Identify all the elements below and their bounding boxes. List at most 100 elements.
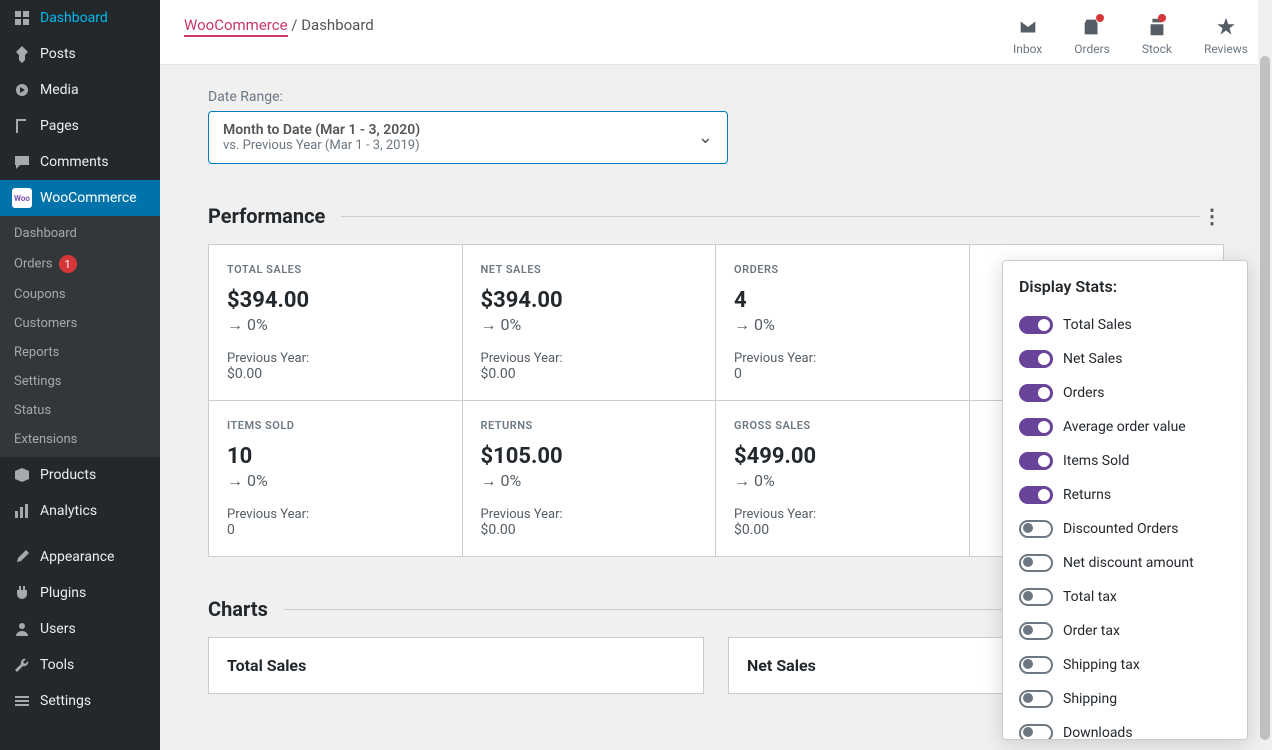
sidebar-item-comments[interactable]: Comments	[0, 144, 160, 180]
star-icon	[1215, 16, 1237, 38]
sidebar-label: Plugins	[40, 585, 86, 601]
sidebar-sub-status[interactable]: Status	[0, 396, 160, 425]
display-stat-toggle[interactable]: Net Sales	[1019, 342, 1231, 376]
sidebar-sub-settings[interactable]: Settings	[0, 367, 160, 396]
media-icon	[12, 80, 32, 100]
top-icon-stock[interactable]: Stock	[1142, 16, 1172, 56]
toggle-switch[interactable]	[1019, 554, 1053, 572]
chart-card-total-sales[interactable]: Total Sales	[208, 637, 704, 694]
perf-card-orders[interactable]: ORDERS 4 → 0% Previous Year: 0	[716, 245, 970, 401]
perf-card-items-sold[interactable]: ITEMS SOLD 10 → 0% Previous Year: 0	[209, 401, 463, 556]
top-icon-reviews[interactable]: Reviews	[1204, 16, 1248, 56]
sidebar-item-media[interactable]: Media	[0, 72, 160, 108]
display-stats-popover: Display Stats: Total Sales Net Sales Order…	[1002, 260, 1248, 740]
breadcrumb-root[interactable]: WooCommerce	[184, 16, 288, 37]
top-icons: Inbox Orders Stock Reviews	[1013, 16, 1248, 56]
toggle-switch[interactable]	[1019, 690, 1053, 708]
admin-sidebar: Dashboard Posts Media Pages Comments Woo…	[0, 0, 160, 750]
sidebar-label: WooCommerce	[40, 190, 137, 206]
toggle-switch[interactable]	[1019, 316, 1053, 334]
sidebar-item-users[interactable]: Users	[0, 611, 160, 647]
sidebar-sub-coupons[interactable]: Coupons	[0, 280, 160, 309]
sidebar-sub-extensions[interactable]: Extensions	[0, 425, 160, 457]
toggle-switch[interactable]	[1019, 350, 1053, 368]
sidebar-label: Dashboard	[40, 10, 108, 26]
sidebar-sub-customers[interactable]: Customers	[0, 309, 160, 338]
sliders-icon	[12, 691, 32, 711]
pages-icon	[12, 116, 32, 136]
toggle-switch[interactable]	[1019, 520, 1053, 538]
performance-menu-button[interactable]: ⋮	[1200, 204, 1224, 228]
dashboard-icon	[12, 8, 32, 28]
sidebar-label: Media	[40, 82, 79, 98]
display-stat-toggle[interactable]: Items Sold	[1019, 444, 1231, 478]
breadcrumb-sep: /	[291, 16, 301, 34]
sidebar-item-dashboard[interactable]: Dashboard	[0, 0, 160, 36]
top-icon-inbox[interactable]: Inbox	[1013, 16, 1042, 56]
sidebar-item-posts[interactable]: Posts	[0, 36, 160, 72]
perf-card-returns[interactable]: RETURNS $105.00 → 0% Previous Year: $0.0…	[463, 401, 717, 556]
sidebar-sub-orders[interactable]: Orders1	[0, 248, 160, 280]
sidebar-label: Posts	[40, 46, 76, 62]
sidebar-item-analytics[interactable]: Analytics	[0, 493, 160, 529]
user-icon	[12, 619, 32, 639]
display-stat-toggle[interactable]: Downloads	[1019, 716, 1231, 740]
sidebar-sub-dashboard[interactable]: Dashboard	[0, 216, 160, 248]
top-icon-orders[interactable]: Orders	[1074, 16, 1110, 56]
toggle-switch[interactable]	[1019, 724, 1053, 740]
display-stat-toggle[interactable]: Average order value	[1019, 410, 1231, 444]
display-stat-toggle[interactable]: Total tax	[1019, 580, 1231, 614]
display-stat-toggle[interactable]: Order tax	[1019, 614, 1231, 648]
toggle-switch[interactable]	[1019, 622, 1053, 640]
toggle-label: Orders	[1063, 385, 1105, 401]
sidebar-item-products[interactable]: Products	[0, 457, 160, 493]
main-content: WooCommerce / Dashboard Inbox Orders Sto…	[160, 0, 1272, 750]
sidebar-item-tools[interactable]: Tools	[0, 647, 160, 683]
display-stat-toggle[interactable]: Shipping	[1019, 682, 1231, 716]
perf-card-total-sales[interactable]: TOTAL SALES $394.00 → 0% Previous Year: …	[209, 245, 463, 401]
sidebar-label: Appearance	[40, 549, 114, 565]
toggle-label: Net Sales	[1063, 351, 1122, 367]
toggle-switch[interactable]	[1019, 384, 1053, 402]
toggle-switch[interactable]	[1019, 588, 1053, 606]
date-range-primary: Month to Date (Mar 1 - 3, 2020)	[223, 122, 698, 138]
sidebar-label: Products	[40, 467, 96, 483]
perf-card-gross-sales[interactable]: GROSS SALES $499.00 → 0% Previous Year: …	[716, 401, 970, 556]
wrench-icon	[12, 655, 32, 675]
toggle-switch[interactable]	[1019, 418, 1053, 436]
sidebar-item-settings[interactable]: Settings	[0, 683, 160, 719]
toggle-switch[interactable]	[1019, 452, 1053, 470]
sidebar-item-plugins[interactable]: Plugins	[0, 575, 160, 611]
display-stat-toggle[interactable]: Discounted Orders	[1019, 512, 1231, 546]
toggle-switch[interactable]	[1019, 486, 1053, 504]
date-range-secondary: vs. Previous Year (Mar 1 - 3, 2019)	[223, 138, 698, 153]
display-stat-toggle[interactable]: Total Sales	[1019, 308, 1231, 342]
analytics-icon	[12, 501, 32, 521]
display-stat-toggle[interactable]: Orders	[1019, 376, 1231, 410]
scrollbar-thumb[interactable]	[1260, 56, 1270, 740]
toggle-label: Shipping tax	[1063, 657, 1140, 673]
toggle-label: Total Sales	[1063, 317, 1132, 333]
sidebar-label: Settings	[40, 693, 91, 709]
sidebar-item-appearance[interactable]: Appearance	[0, 539, 160, 575]
date-range-select[interactable]: Month to Date (Mar 1 - 3, 2020) vs. Prev…	[208, 111, 728, 164]
comment-icon	[12, 152, 32, 172]
display-stat-toggle[interactable]: Net discount amount	[1019, 546, 1231, 580]
toggle-switch[interactable]	[1019, 656, 1053, 674]
toggle-label: Discounted Orders	[1063, 521, 1179, 537]
sidebar-label: Pages	[40, 118, 79, 134]
popover-title: Display Stats:	[1019, 277, 1231, 296]
notification-dot	[1158, 14, 1166, 22]
display-stat-toggle[interactable]: Returns	[1019, 478, 1231, 512]
scrollbar[interactable]	[1258, 0, 1272, 750]
sidebar-item-pages[interactable]: Pages	[0, 108, 160, 144]
sidebar-item-woocommerce[interactable]: Woo WooCommerce	[0, 180, 160, 216]
breadcrumb: WooCommerce / Dashboard	[184, 16, 1013, 34]
breadcrumb-current: Dashboard	[301, 16, 374, 34]
sidebar-sub-reports[interactable]: Reports	[0, 338, 160, 367]
display-stat-toggle[interactable]: Shipping tax	[1019, 648, 1231, 682]
perf-card-net-sales[interactable]: NET SALES $394.00 → 0% Previous Year: $0…	[463, 245, 717, 401]
orders-badge: 1	[59, 255, 77, 273]
mail-icon	[1017, 16, 1039, 38]
toggle-label: Order tax	[1063, 623, 1120, 639]
